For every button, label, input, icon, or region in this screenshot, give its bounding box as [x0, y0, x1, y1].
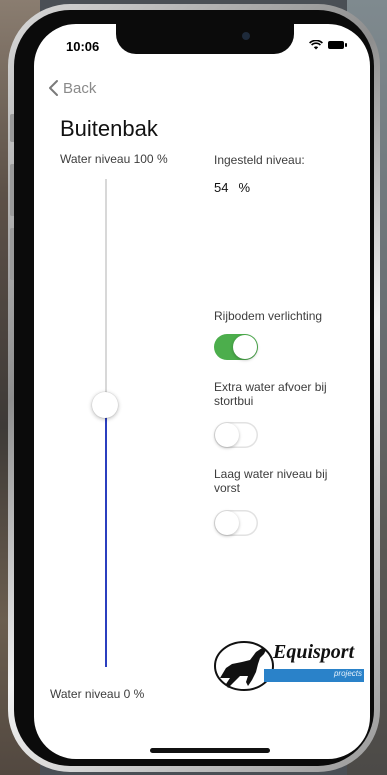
slider-track-filled	[105, 404, 107, 667]
option-label-frost-level: Laag water niveau bij vorst	[214, 467, 328, 495]
toggle-knob	[215, 511, 239, 535]
logo-subtext: projects	[333, 669, 362, 678]
extra-drain-toggle[interactable]	[214, 422, 258, 448]
phone-frame: 10:06 Back Buitenbak Water niveau 100 % …	[8, 4, 380, 772]
toggle-knob	[215, 423, 239, 447]
horse-icon	[214, 641, 274, 691]
battery-icon	[328, 41, 347, 49]
back-label: Back	[63, 79, 97, 97]
back-button[interactable]: Back	[48, 79, 96, 97]
camera-icon	[242, 32, 250, 40]
app-screen: 10:06 Back Buitenbak Water niveau 100 % …	[34, 24, 370, 759]
status-icons	[309, 40, 347, 50]
water-level-max-label: Water niveau 100 %	[60, 152, 168, 166]
set-level-label: Ingesteld niveau:	[214, 153, 305, 167]
equisport-logo: Equisport projects	[212, 636, 368, 694]
option-label-lighting: Rijbodem verlichting	[214, 309, 323, 323]
frost-level-toggle[interactable]	[214, 510, 258, 536]
set-level-number: 54	[214, 180, 229, 195]
status-time: 10:06	[66, 39, 100, 54]
notch	[116, 24, 294, 54]
set-level-value: 54%	[214, 180, 250, 195]
water-level-min-label: Water niveau 0 %	[50, 687, 145, 701]
slider-track-upper	[105, 179, 107, 405]
logo-text: Equisport	[273, 641, 355, 663]
chevron-left-icon	[49, 80, 58, 96]
wifi-icon	[309, 40, 323, 50]
page-title: Buitenbak	[60, 116, 158, 141]
set-level-unit: %	[238, 180, 251, 195]
slider-thumb[interactable]	[92, 391, 118, 418]
home-indicator	[150, 748, 270, 753]
lighting-toggle[interactable]	[214, 334, 258, 360]
water-level-slider[interactable]	[92, 179, 120, 667]
option-label-extra-drain: Extra water afvoer bij stortbui	[214, 380, 327, 408]
toggle-knob	[233, 335, 257, 359]
logo-bar: projects	[264, 669, 364, 682]
